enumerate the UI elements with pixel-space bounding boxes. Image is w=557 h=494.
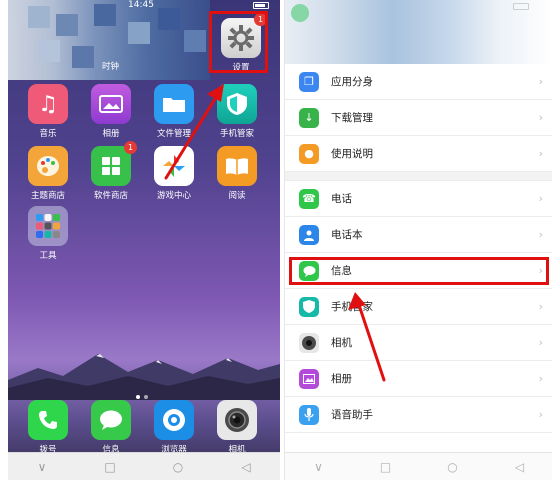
nav-bar: ∨ □ ○ ◁ bbox=[8, 452, 280, 480]
app-store-icon: 1 bbox=[91, 141, 137, 186]
shield-icon bbox=[217, 84, 257, 124]
app-game-center[interactable]: 游戏中心 bbox=[146, 146, 202, 201]
settings-screen: ❐ 应用分身 › ↓ 下载管理 › ● 使用说明 › ☎ 电话 › 电话本 › … bbox=[284, 0, 552, 480]
settings-item-label: 电话 bbox=[331, 193, 352, 205]
palette-icon bbox=[28, 146, 68, 186]
app-reading[interactable]: 阅读 bbox=[209, 146, 265, 201]
settings-item-label: 电话本 bbox=[331, 229, 363, 241]
clock-widget-label: 时钟 bbox=[102, 62, 120, 72]
dock-browser[interactable]: 浏览器 bbox=[146, 400, 202, 455]
section-gap bbox=[285, 172, 552, 181]
messages-highlight-box bbox=[289, 257, 549, 285]
app-phone-manager[interactable]: 手机管家 bbox=[209, 84, 265, 139]
bulb-icon: ● bbox=[299, 143, 319, 164]
settings-item-label: 相册 bbox=[331, 373, 352, 385]
settings-item-camera[interactable]: 相机 › bbox=[285, 325, 552, 361]
nav-collapse-button[interactable]: ∨ bbox=[22, 460, 62, 474]
settings-item-instructions[interactable]: ● 使用说明 › bbox=[285, 136, 552, 172]
app-label: 主题商店 bbox=[30, 191, 65, 201]
blurred-avatar bbox=[291, 4, 309, 22]
dock-message[interactable]: 信息 bbox=[83, 400, 139, 455]
shield-icon bbox=[299, 296, 319, 317]
settings-item-phone-manager[interactable]: 手机管家 › bbox=[285, 289, 552, 325]
app-file-manager[interactable]: 文件管理 bbox=[146, 84, 202, 139]
nav-bar: ∨ □ ○ ◁ bbox=[285, 452, 552, 480]
chevron-right-icon: › bbox=[538, 300, 543, 313]
settings-item-app-clone[interactable]: ❐ 应用分身 › bbox=[285, 64, 552, 100]
browser-icon bbox=[154, 400, 194, 440]
contacts-icon bbox=[299, 224, 319, 245]
camera-icon bbox=[217, 400, 257, 440]
battery-icon bbox=[253, 2, 269, 9]
nav-home-button[interactable]: ○ bbox=[433, 460, 473, 474]
app-label: 手机管家 bbox=[219, 129, 254, 139]
app-software-store[interactable]: 1 软件商店 bbox=[83, 141, 139, 201]
chevron-right-icon: › bbox=[538, 75, 543, 88]
battery-icon bbox=[513, 3, 529, 10]
mic-icon bbox=[299, 404, 319, 425]
nav-back-button[interactable]: ◁ bbox=[226, 460, 266, 474]
settings-item-label: 相机 bbox=[331, 337, 352, 349]
app-label: 软件商店 bbox=[93, 191, 128, 201]
settings-item-gallery[interactable]: 相册 › bbox=[285, 361, 552, 397]
settings-item-label: 语音助手 bbox=[331, 409, 373, 421]
gallery-icon bbox=[299, 368, 319, 389]
phone-icon: ☎ bbox=[299, 188, 319, 209]
camera-icon bbox=[299, 332, 319, 353]
home-screen: 14:45 时钟 1 设置 ♫ 音乐 相册 文件管理 手机管家 主题商店 1 软… bbox=[8, 0, 280, 480]
settings-item-label: 下载管理 bbox=[331, 112, 373, 124]
status-time: 14:45 bbox=[128, 0, 154, 10]
settings-highlight-box bbox=[209, 11, 268, 73]
app-label: 阅读 bbox=[228, 191, 246, 201]
software-store-badge: 1 bbox=[124, 141, 137, 154]
dock-camera[interactable]: 相机 bbox=[209, 400, 265, 455]
app-music[interactable]: ♫ 音乐 bbox=[20, 84, 76, 139]
blurred-header-area bbox=[285, 0, 552, 64]
chevron-right-icon: › bbox=[538, 147, 543, 160]
app-gallery[interactable]: 相册 bbox=[83, 84, 139, 139]
settings-item-phone[interactable]: ☎ 电话 › bbox=[285, 181, 552, 217]
settings-item-voice-assistant[interactable]: 语音助手 › bbox=[285, 397, 552, 433]
chevron-right-icon: › bbox=[538, 192, 543, 205]
gallery-icon bbox=[91, 84, 131, 124]
chevron-right-icon: › bbox=[538, 111, 543, 124]
app-label: 工具 bbox=[39, 251, 57, 261]
app-label: 文件管理 bbox=[156, 129, 191, 139]
folder-icon bbox=[154, 84, 194, 124]
app-label: 音乐 bbox=[39, 129, 57, 139]
nav-recent-button[interactable]: □ bbox=[366, 460, 406, 474]
nav-collapse-button[interactable]: ∨ bbox=[299, 460, 339, 474]
settings-item-label: 应用分身 bbox=[331, 76, 373, 88]
download-icon: ↓ bbox=[299, 107, 319, 128]
chevron-right-icon: › bbox=[538, 336, 543, 349]
music-icon: ♫ bbox=[28, 84, 68, 124]
chevron-right-icon: › bbox=[538, 408, 543, 421]
settings-item-contacts[interactable]: 电话本 › bbox=[285, 217, 552, 253]
tools-folder-icon bbox=[28, 206, 68, 246]
app-label: 相册 bbox=[102, 129, 120, 139]
chevron-right-icon: › bbox=[538, 228, 543, 241]
settings-item-label: 手机管家 bbox=[331, 301, 373, 313]
game-center-icon bbox=[154, 146, 194, 186]
nav-recent-button[interactable]: □ bbox=[90, 460, 130, 474]
nav-back-button[interactable]: ◁ bbox=[500, 460, 540, 474]
book-icon bbox=[217, 146, 257, 186]
message-icon bbox=[91, 400, 131, 440]
screenshot-composite: 14:45 时钟 1 设置 ♫ 音乐 相册 文件管理 手机管家 主题商店 1 软… bbox=[0, 0, 557, 494]
app-theme-store[interactable]: 主题商店 bbox=[20, 146, 76, 201]
app-label: 游戏中心 bbox=[156, 191, 191, 201]
phone-icon bbox=[28, 400, 68, 440]
clone-icon: ❐ bbox=[299, 71, 319, 92]
settings-item-download-manager[interactable]: ↓ 下载管理 › bbox=[285, 100, 552, 136]
chevron-right-icon: › bbox=[538, 372, 543, 385]
settings-list: ❐ 应用分身 › ↓ 下载管理 › ● 使用说明 › ☎ 电话 › 电话本 › … bbox=[285, 64, 552, 433]
dock-phone[interactable]: 拨号 bbox=[20, 400, 76, 455]
settings-item-label: 使用说明 bbox=[331, 148, 373, 160]
app-tools-folder[interactable]: 工具 bbox=[20, 206, 76, 261]
nav-home-button[interactable]: ○ bbox=[158, 460, 198, 474]
